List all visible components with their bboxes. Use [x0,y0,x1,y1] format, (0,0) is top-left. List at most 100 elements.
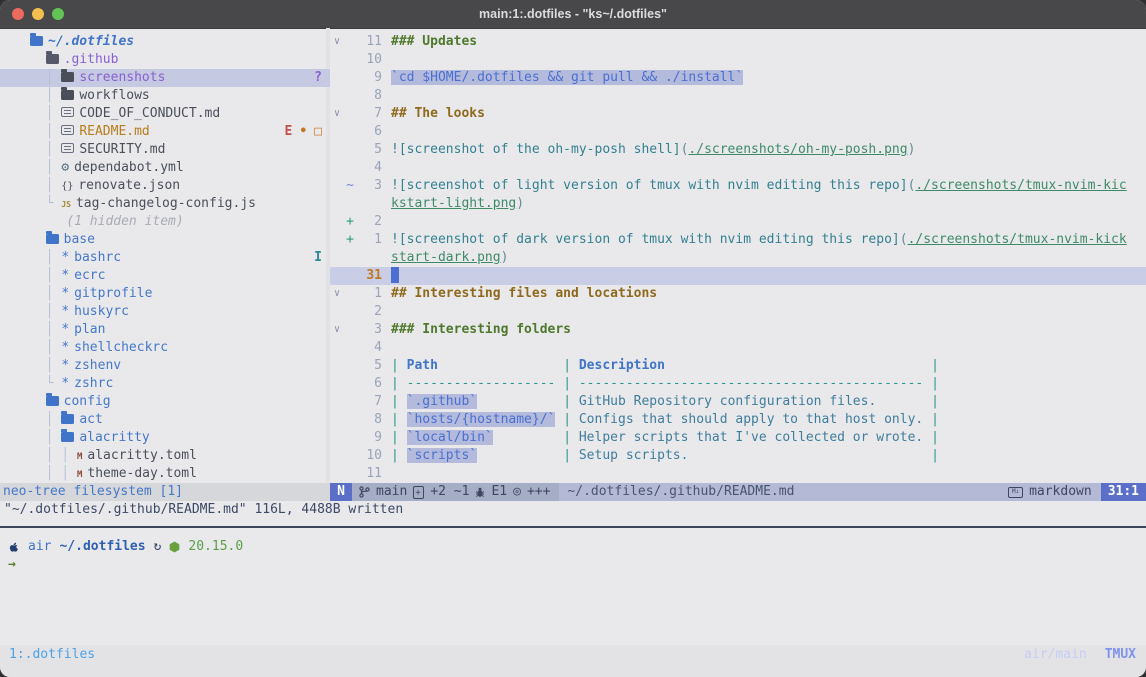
text-segment: | [391,376,399,391]
folder-icon [61,72,74,82]
text-segment: ----------------------------------------… [579,376,923,391]
tree-item-bashrc[interactable]: │ *bashrcI [0,249,330,267]
text-segment: | [563,430,571,445]
fold-column [330,375,344,393]
tree-item-theme-day-toml[interactable]: │ │ Mtheme-day.toml [0,465,330,483]
tree-item-plan[interactable]: │ *plan [0,321,330,339]
window-title: main:1:.dotfiles - "ks~/.dotfiles" [0,0,1146,28]
editor-line[interactable]: +2 [330,213,1146,231]
editor-line[interactable]: 4 [330,339,1146,357]
tree-item-workflows[interactable]: │ workflows [0,87,330,105]
line-text: start-dark.png) [391,249,1146,267]
tree-item-alacritty-toml[interactable]: │ │ Malacritty.toml [0,447,330,465]
editor-line[interactable]: 31 [330,267,1146,285]
tree-item-config[interactable]: config [0,393,330,411]
text-segment: Helper scripts that I've collected or wr… [579,430,923,445]
text-segment: ./screenshots/tmux-nvim-kick [908,232,1127,247]
tree-item-gitprofile[interactable]: │ *gitprofile [0,285,330,303]
editor-line[interactable]: ∨3### Interesting folders [330,321,1146,339]
editor-line[interactable]: 9| `local/bin` | Helper scripts that I'v… [330,429,1146,447]
editor-line[interactable]: 10 [330,51,1146,69]
tree-item--dotfiles[interactable]: ~/.dotfiles [0,33,330,51]
line-number: 3 [356,177,382,195]
tree-item-dependabot-yml[interactable]: │ ⚙dependabot.yml [0,159,330,177]
git-info-segment: main+2 ~1E1◎+++ [352,483,559,501]
editor-line[interactable]: 6 [330,123,1146,141]
tree-item-base[interactable]: base [0,231,330,249]
tmux-badge: TMUX [1105,645,1136,667]
tree-item-ecrc[interactable]: │ *ecrc [0,267,330,285]
editor-line[interactable]: ∨11### Updates [330,33,1146,51]
git-sign [344,267,356,285]
markdown-file-icon [61,107,74,117]
line-number: 5 [356,357,382,375]
editor-line[interactable]: 9`cd $HOME/.dotfiles && git pull && ./in… [330,69,1146,87]
prompt-arrow[interactable]: → [8,556,16,574]
tree-guide: │ [30,340,61,355]
tree-item-screenshots[interactable]: │ screenshots? [0,69,330,87]
line-text: | `hosts/{hostname}/` | Configs that sho… [391,411,1146,429]
tree-item-code-of-conduct-md[interactable]: │ CODE_OF_CONDUCT.md [0,105,330,123]
text-segment: `scripts` [407,448,477,463]
git-status-markers: ? [314,69,322,87]
tmux-window-tab[interactable]: 1:.dotfiles [9,645,95,667]
tree-item-label: act [79,412,102,427]
command-line-message: "~/.dotfiles/.github/README.md" 116L, 44… [0,501,1146,519]
tree-item-act[interactable]: │ act [0,411,330,429]
tree-item-security-md[interactable]: │ SECURITY.md [0,141,330,159]
editor-line[interactable]: 5| Path | Description | [330,357,1146,375]
fold-arrow-icon[interactable]: ∨ [330,321,344,339]
editor-line[interactable]: 6| ------------------- | ---------------… [330,375,1146,393]
tree-item-readme-md[interactable]: │ README.mdE•□ [0,123,330,141]
tree-guide [30,232,46,247]
git-sign [344,303,356,321]
tree-item-zshenv[interactable]: │ *zshenv [0,357,330,375]
text-segment: | [391,412,399,427]
fold-arrow-icon[interactable]: ∨ [330,105,344,123]
editor-line[interactable]: 2 [330,303,1146,321]
tree-item-huskyrc[interactable]: │ *huskyrc [0,303,330,321]
editor-line[interactable]: 8| `hosts/{hostname}/` | Configs that sh… [330,411,1146,429]
text-segment [477,394,563,409]
tree-item-zshrc[interactable]: └ *zshrc [0,375,330,393]
line-number: 7 [356,393,382,411]
editor-line[interactable]: ∨1## Interesting files and locations [330,285,1146,303]
editor-line[interactable]: 10| `scripts` | Setup scripts. | [330,447,1146,465]
tree-item--1-hidden-item-[interactable]: (1 hidden item) [0,213,330,231]
fold-arrow-icon[interactable]: ∨ [330,285,344,303]
editor-line[interactable]: kstart-light.png) [330,195,1146,213]
editor-pane[interactable]: ∨11### Updates109`cd $HOME/.dotfiles && … [330,33,1146,483]
tree-item-alacritty[interactable]: │ alacritty [0,429,330,447]
editor-line[interactable]: 8 [330,87,1146,105]
editor-line[interactable]: 4 [330,159,1146,177]
tree-item--github[interactable]: .github [0,51,330,69]
editor-line[interactable]: +1![screenshot of dark version of tmux w… [330,231,1146,249]
asterisk-file-icon: * [61,249,69,267]
editor-line[interactable]: start-dark.png) [330,249,1146,267]
tree-guide [30,394,46,409]
editor-line[interactable]: ~3![screenshot of light version of tmux … [330,177,1146,195]
editor-line[interactable]: 5![screenshot of the oh-my-posh shell](.… [330,141,1146,159]
editor-statusline: N main+2 ~1E1◎+++ ~/.dotfiles/.github/RE… [330,483,1146,501]
asterisk-file-icon: * [61,285,69,303]
toml-icon: M [77,466,82,483]
fold-arrow-icon[interactable]: ∨ [330,33,344,51]
tree-item-tag-changelog-config-js[interactable]: └ JStag-changelog-config.js [0,195,330,213]
text-segment [571,430,579,445]
folder-icon [46,396,59,406]
neo-tree-panel[interactable]: ~/.dotfiles .github │ screenshots? │ wor… [0,33,330,483]
tree-item-shellcheckrc[interactable]: │ *shellcheckrc [0,339,330,357]
line-number: 4 [356,159,382,177]
text-segment: | [563,376,571,391]
editor-line[interactable]: ∨7## The looks [330,105,1146,123]
titlebar[interactable]: main:1:.dotfiles - "ks~/.dotfiles" [0,0,1146,29]
tree-item-label: screenshots [79,70,165,85]
tree-item-label: renovate.json [78,178,180,193]
editor-line[interactable]: 11 [330,465,1146,483]
editor-line[interactable]: 7| `.github` | GitHub Repository configu… [330,393,1146,411]
tree-item-renovate-json[interactable]: │ {}renovate.json [0,177,330,195]
line-number: 9 [356,69,382,87]
fold-column [330,357,344,375]
tree-item-label: gitprofile [74,286,152,301]
tree-guide: │ │ [30,466,77,481]
